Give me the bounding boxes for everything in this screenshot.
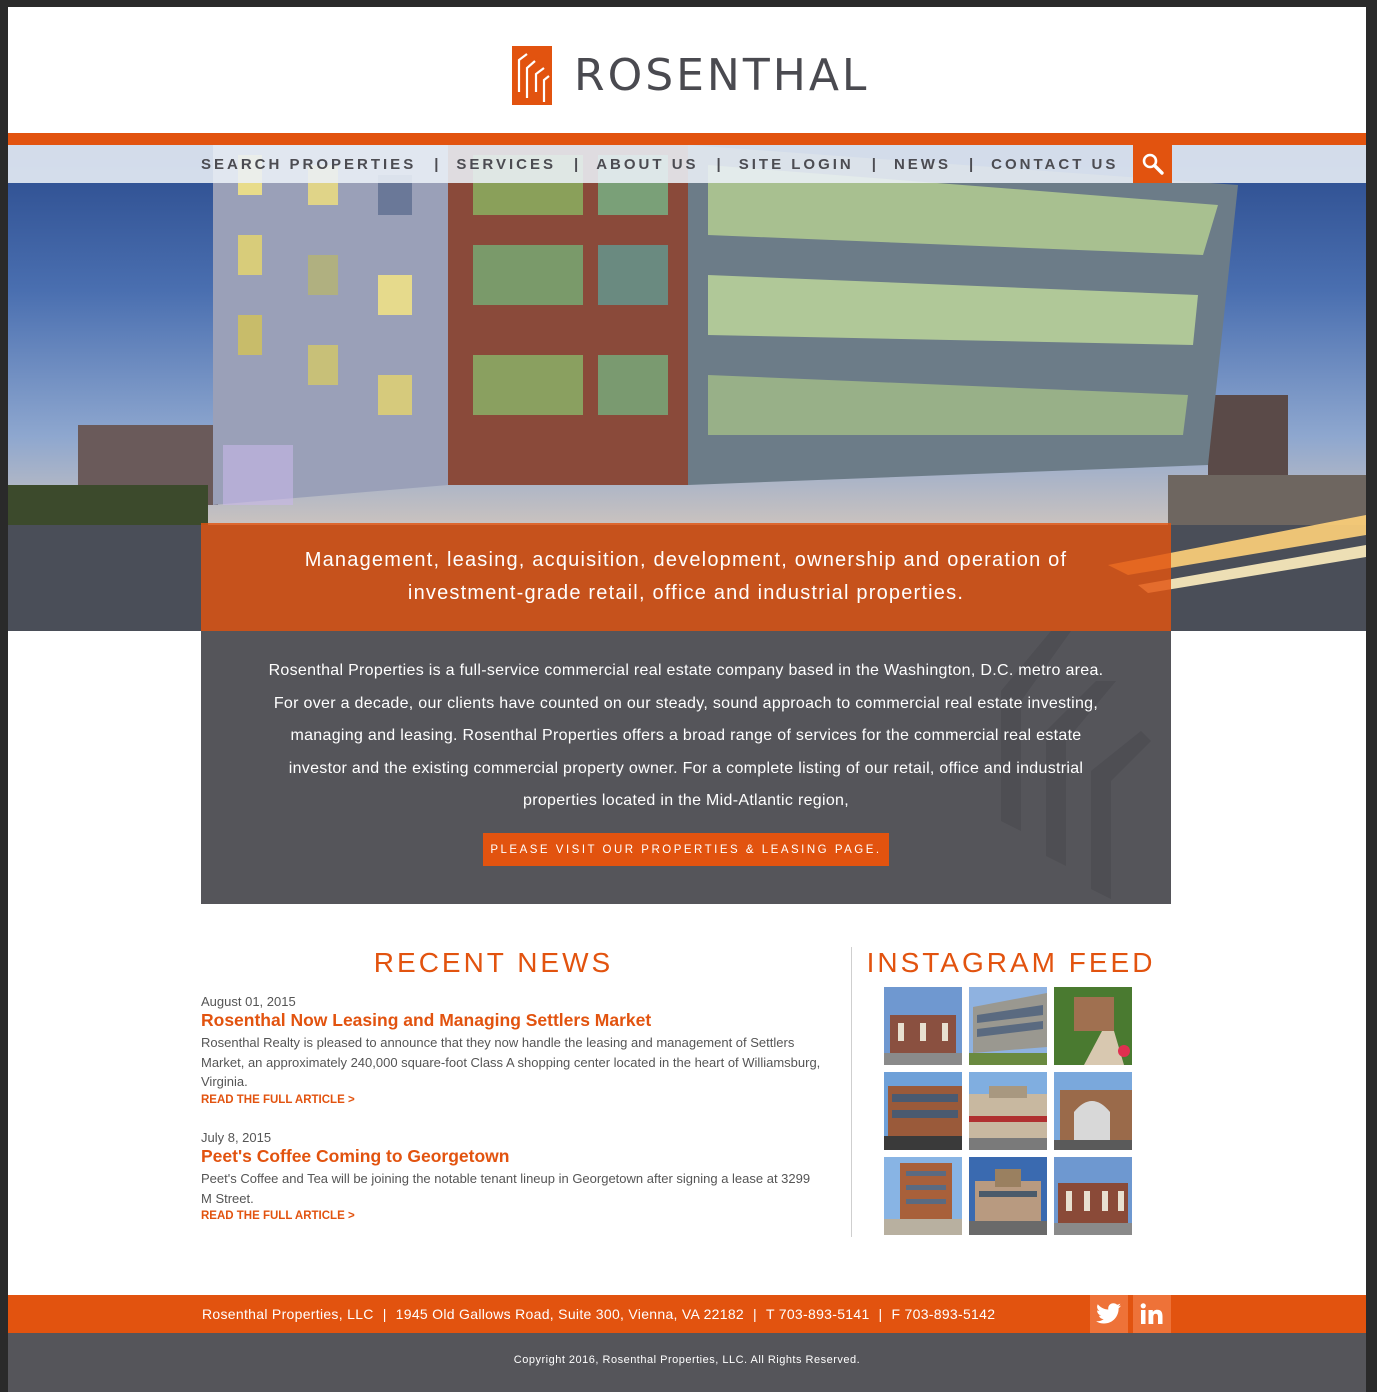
- column-divider: [851, 947, 852, 1237]
- footer-company: Rosenthal Properties, LLC: [202, 1306, 374, 1322]
- hero-tagline: Management, leasing, acquisition, develo…: [201, 523, 1171, 631]
- logo-mark-icon: [512, 45, 552, 105]
- nav-separator: |: [716, 155, 721, 173]
- nav-separator: |: [434, 155, 439, 173]
- copyright-text: Copyright 2016, Rosenthal Properties, LL…: [513, 1354, 861, 1366]
- instagram-grid: [884, 987, 1132, 1235]
- nav-search-properties[interactable]: SEARCH PROPERTIES: [201, 156, 416, 173]
- tagline-line-1: Management, leasing, acquisition, develo…: [304, 549, 1068, 571]
- footer-fax: F 703-893-5142: [891, 1306, 996, 1322]
- nav-services[interactable]: SERVICES: [456, 156, 556, 173]
- footer-contact-bar: Rosenthal Properties, LLC | 1945 Old Gal…: [8, 1295, 1366, 1333]
- recent-news-heading: RECENT NEWS: [373, 947, 614, 978]
- nav-about-us[interactable]: ABOUT US: [596, 156, 698, 173]
- nav-separator: |: [871, 155, 876, 173]
- logo-wordmark: ROSENTHAL: [574, 49, 870, 101]
- instagram-photo[interactable]: [1054, 1072, 1132, 1150]
- news-item: July 8, 2015 Peet's Coffee Coming to Geo…: [201, 1130, 821, 1222]
- search-button[interactable]: [1133, 145, 1172, 183]
- instagram-photo[interactable]: [884, 1157, 962, 1235]
- twitter-button[interactable]: [1090, 1295, 1128, 1333]
- footer-separator: |: [753, 1306, 757, 1322]
- nav-separator: |: [968, 155, 974, 173]
- twitter-icon: [1096, 1303, 1121, 1324]
- footer-separator: |: [382, 1306, 387, 1322]
- instagram-photo[interactable]: [1054, 987, 1132, 1065]
- header-rule: [8, 133, 1366, 145]
- news-headline-link[interactable]: Rosenthal Now Leasing and Managing Settl…: [201, 1010, 821, 1031]
- instagram-photo[interactable]: [884, 987, 962, 1065]
- nav-news[interactable]: NEWS: [894, 156, 951, 173]
- footer-address: 1945 Old Gallows Road, Suite 300, Vienna…: [395, 1306, 745, 1322]
- footer-separator: |: [878, 1306, 883, 1322]
- search-icon: [1142, 153, 1164, 175]
- instagram-photo[interactable]: [969, 1072, 1047, 1150]
- news-summary: Peet's Coffee and Tea will be joining th…: [201, 1171, 811, 1206]
- instagram-feed-heading: INSTAGRAM FEED: [866, 947, 1156, 978]
- site-logo[interactable]: ROSENTHAL: [512, 42, 869, 108]
- linkedin-icon: [1140, 1303, 1163, 1324]
- linkedin-button[interactable]: [1133, 1295, 1171, 1333]
- nav-contact-us[interactable]: CONTACT US: [991, 156, 1118, 173]
- nav-site-login[interactable]: SITE LOGIN: [739, 156, 854, 173]
- footer-phone: T 703-893-5141: [765, 1306, 870, 1322]
- properties-leasing-button[interactable]: PLEASE VISIT OUR PROPERTIES & LEASING PA…: [483, 833, 889, 866]
- instagram-photo[interactable]: [969, 1157, 1047, 1235]
- news-date: July 8, 2015: [201, 1130, 272, 1145]
- tagline-line-2: investment-grade retail, office and indu…: [407, 582, 965, 604]
- read-full-article-link[interactable]: READ THE FULL ARTICLE >: [201, 1094, 821, 1106]
- instagram-photo[interactable]: [969, 987, 1047, 1065]
- instagram-photo[interactable]: [884, 1072, 962, 1150]
- intro-section: Rosenthal Properties is a full-service c…: [201, 631, 1171, 904]
- intro-text: Rosenthal Properties is a full-service c…: [268, 662, 1104, 809]
- page: ROSENTHAL SEARCH PROPERTIES | SERVICES |…: [8, 7, 1366, 1392]
- news-summary: Rosenthal Realty is pleased to announce …: [201, 1035, 821, 1089]
- instagram-photo[interactable]: [1054, 1157, 1132, 1235]
- nav-separator: |: [574, 155, 579, 173]
- news-headline-link[interactable]: Peet's Coffee Coming to Georgetown: [201, 1146, 821, 1167]
- read-full-article-link[interactable]: READ THE FULL ARTICLE >: [201, 1210, 821, 1222]
- news-date: August 01, 2015: [201, 994, 296, 1009]
- news-item: August 01, 2015 Rosenthal Now Leasing an…: [201, 994, 821, 1106]
- copyright-bar: Copyright 2016, Rosenthal Properties, LL…: [8, 1333, 1366, 1392]
